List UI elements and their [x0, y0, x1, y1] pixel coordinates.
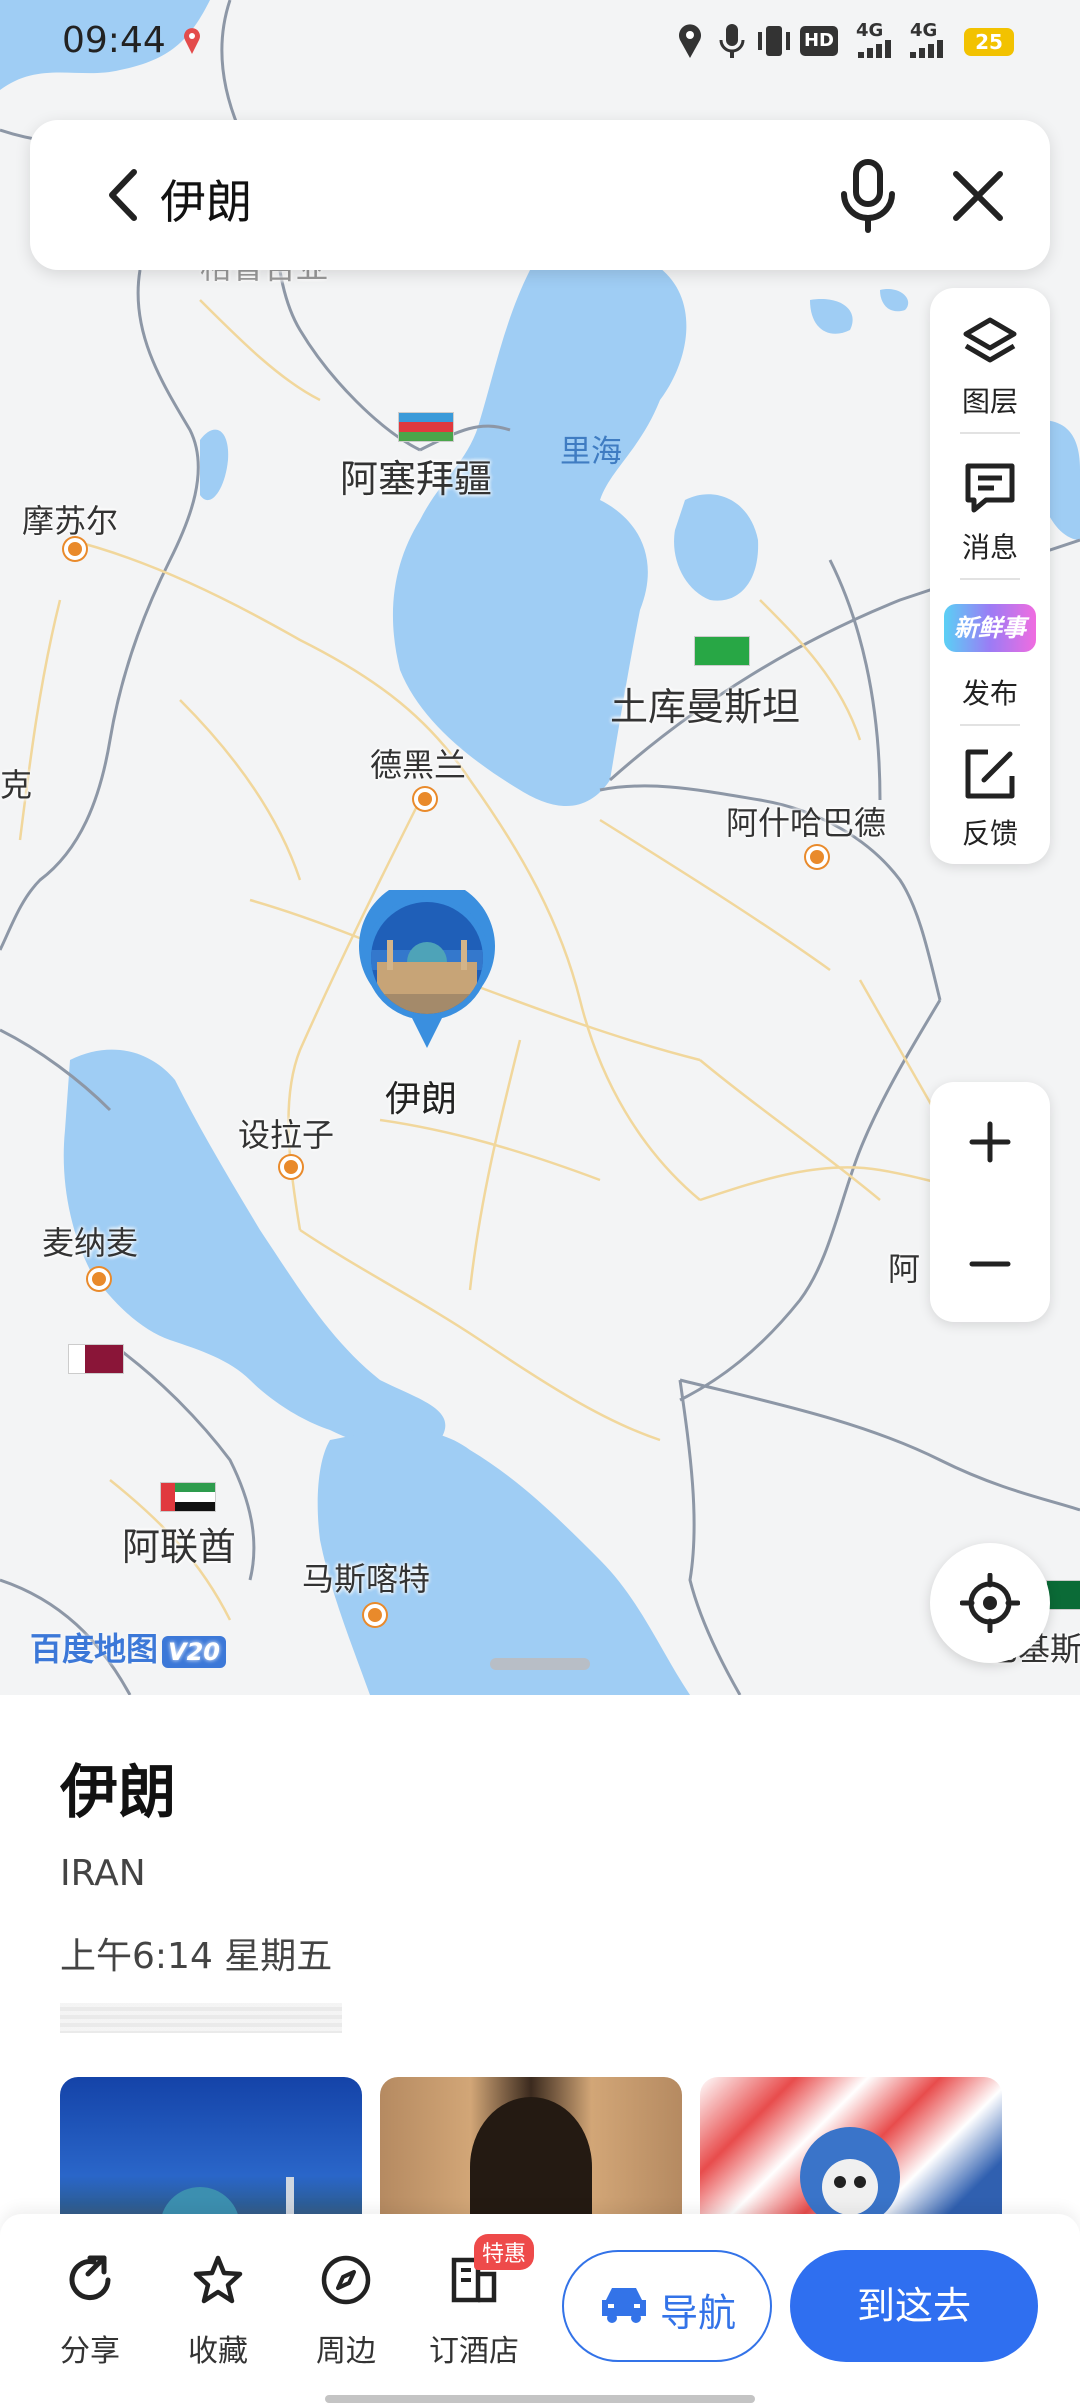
logo-version: V20	[162, 1636, 226, 1668]
map-label-muscat: 马斯喀特	[302, 1560, 431, 1598]
turkmenistan-flag	[694, 636, 750, 666]
city-dot-ashgabat	[806, 846, 828, 868]
go-here-button[interactable]: 到这去	[790, 2250, 1038, 2362]
status-time: 09:44	[62, 20, 166, 61]
map-label-partial-left: 克	[0, 766, 33, 804]
divider	[960, 432, 1020, 434]
logo-text: 百度地图	[30, 1630, 159, 1668]
pakistan-flag	[1046, 1580, 1080, 1610]
tool-messages[interactable]: 消息	[930, 438, 1050, 578]
message-icon	[965, 463, 1015, 513]
city-dot-manama	[88, 1268, 110, 1290]
tool-publish[interactable]: 新鲜事 发布	[930, 584, 1050, 724]
favorite-button[interactable]: 收藏	[168, 2254, 268, 2369]
zoom-out-icon[interactable]	[966, 1240, 1014, 1288]
battery-icon: 25	[964, 28, 1014, 56]
qatar-flag	[68, 1344, 124, 1374]
map-label-turkmenistan: 土库曼斯坦	[610, 685, 801, 729]
gps-icon	[679, 24, 701, 58]
hd-icon: HD	[800, 26, 838, 56]
favorite-label: 收藏	[188, 2334, 248, 2369]
city-dot-shiraz	[280, 1156, 302, 1178]
map-label-uae: 阿联酋	[122, 1525, 237, 1569]
map-label-azerbaijan: 阿塞拜疆	[340, 457, 493, 501]
place-marker[interactable]	[357, 878, 497, 1050]
navigate-label: 导航	[660, 2291, 737, 2335]
nearby-button[interactable]: 周边	[296, 2254, 396, 2369]
map-label-shiraz: 设拉子	[238, 1116, 335, 1154]
bottom-action-bar: 分享 收藏 周边 订酒店 特惠 导航 到这去	[0, 2214, 1080, 2408]
tool-feedback-label: 反馈	[961, 817, 1018, 850]
navigate-button[interactable]: 导航	[562, 2250, 772, 2362]
share-icon	[69, 2255, 111, 2301]
map-label-tehran: 德黑兰	[370, 746, 467, 784]
uae-flag	[160, 1482, 216, 1512]
marker-label: 伊朗	[385, 1079, 458, 1120]
place-title: 伊朗	[60, 1758, 177, 1826]
clear-icon[interactable]	[942, 160, 1014, 232]
map-toolbar: 图层 消息 新鲜事 发布 反馈	[930, 288, 1050, 864]
map-label-mosul: 摩苏尔	[22, 502, 119, 540]
compass-icon	[321, 2255, 371, 2305]
star-icon	[193, 2255, 243, 2304]
mic-status-icon	[719, 24, 745, 58]
map-label-caspian-sea: 里海	[560, 434, 622, 470]
back-icon[interactable]	[90, 160, 160, 230]
search-query[interactable]: 伊朗	[160, 166, 252, 232]
city-dot-muscat	[364, 1604, 386, 1626]
feedback-icon	[965, 749, 1015, 799]
map-label-manama: 麦纳麦	[42, 1224, 139, 1262]
tool-layers[interactable]: 图层	[930, 292, 1050, 432]
voice-search-icon[interactable]	[830, 156, 906, 236]
locate-icon	[960, 1573, 1020, 1633]
vibrate-icon	[758, 26, 790, 56]
car-icon	[602, 2288, 646, 2323]
locate-button[interactable]	[930, 1543, 1050, 1663]
panel-drag-handle[interactable]	[490, 1658, 590, 1670]
tool-feedback[interactable]: 反馈	[930, 724, 1050, 864]
signal-icon	[858, 40, 891, 58]
home-indicator[interactable]	[325, 2395, 755, 2403]
hotel-button[interactable]: 订酒店	[424, 2254, 524, 2369]
location-pin-icon	[184, 28, 200, 54]
tool-messages-label: 消息	[961, 531, 1018, 564]
place-local-time: 上午6:14 星期五	[60, 1936, 333, 1977]
status-bar: 09:44 HD 4G 4G 25	[0, 0, 1080, 84]
layers-icon	[963, 317, 1017, 363]
map-label-partial-right: 阿	[888, 1250, 921, 1288]
city-dot-tehran	[414, 788, 436, 810]
azerbaijan-flag	[398, 412, 454, 442]
divider	[960, 578, 1020, 580]
share-label: 分享	[60, 2334, 120, 2369]
signal-2-icon	[910, 40, 943, 58]
hotel-label: 订酒店	[429, 2334, 519, 2369]
zoom-control	[930, 1082, 1050, 1322]
zoom-in-icon[interactable]	[966, 1118, 1014, 1166]
tool-publish-label: 发布	[961, 677, 1018, 710]
promo-badge: 特惠	[474, 2234, 535, 2270]
nearby-label: 周边	[316, 2334, 376, 2369]
place-english-name: IRAN	[60, 1853, 146, 1894]
search-bar[interactable]: 伊朗	[30, 120, 1050, 270]
blurred-placeholder	[60, 2003, 342, 2033]
map-logo: 百度地图 V20	[30, 1624, 226, 1670]
tool-layers-label: 图层	[961, 385, 1018, 418]
city-dot-mosul	[64, 538, 86, 560]
new-post-icon: 新鲜事	[944, 604, 1036, 652]
map-label-ashgabat: 阿什哈巴德	[726, 804, 887, 842]
share-button[interactable]: 分享	[40, 2254, 140, 2369]
